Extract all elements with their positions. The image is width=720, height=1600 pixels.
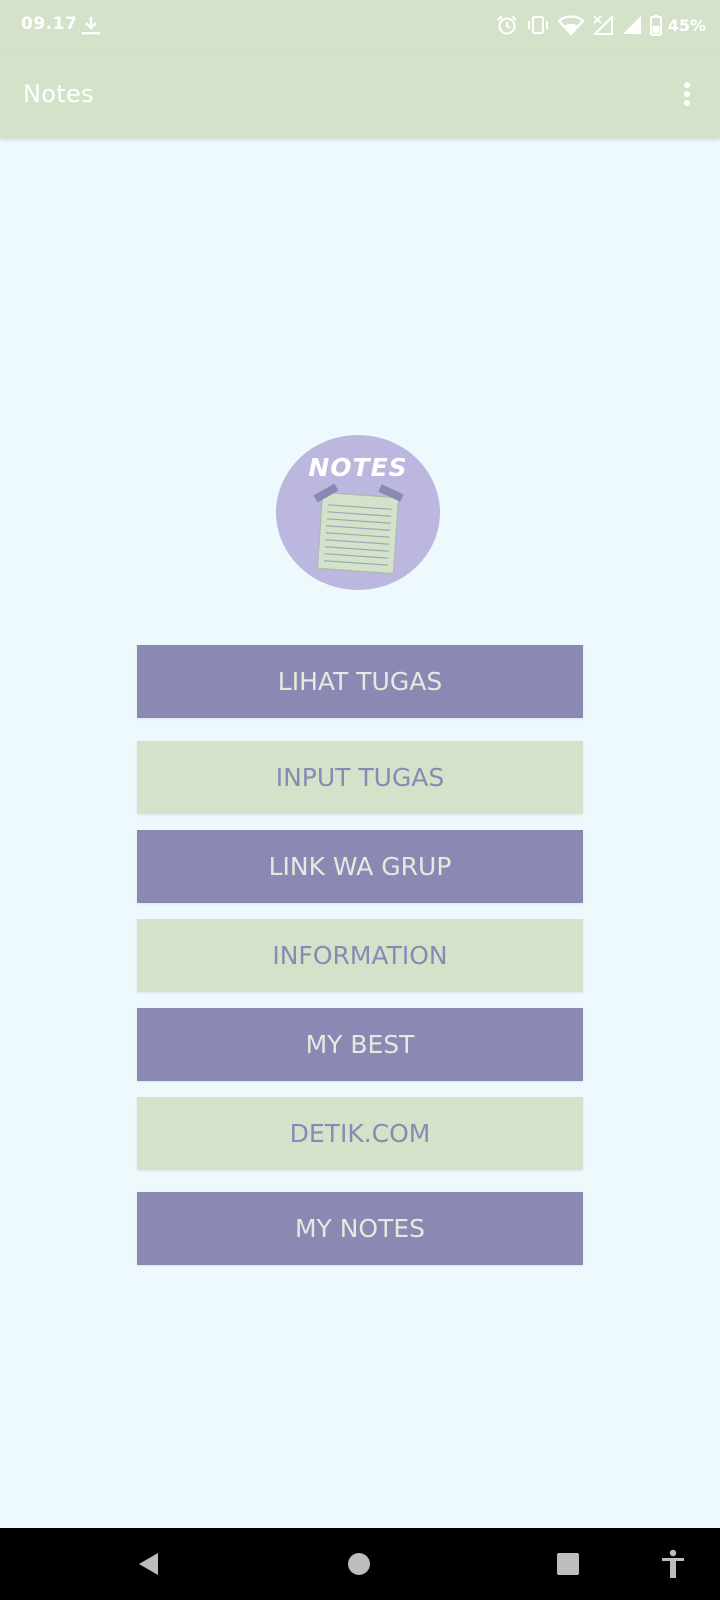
status-time: 09.17 — [21, 14, 78, 34]
detik-com-button[interactable]: DETIK.COM — [137, 1097, 583, 1170]
input-tugas-button[interactable]: INPUT TUGAS — [137, 741, 583, 814]
information-button[interactable]: INFORMATION — [137, 919, 583, 992]
recents-icon[interactable] — [532, 1528, 604, 1600]
app-bar: Notes — [0, 50, 720, 138]
download-icon — [82, 17, 100, 35]
link-wa-grup-button[interactable]: LINK WA GRUP — [137, 830, 583, 903]
back-icon[interactable] — [113, 1528, 185, 1600]
home-icon[interactable] — [323, 1528, 395, 1600]
battery-percentage: 45% — [667, 15, 706, 35]
more-vert-icon[interactable] — [680, 82, 694, 110]
battery-icon — [649, 15, 662, 36]
my-notes-button[interactable]: MY NOTES — [137, 1192, 583, 1265]
accessibility-icon[interactable] — [637, 1528, 709, 1600]
app-title: Notes — [23, 80, 94, 108]
lihat-tugas-button[interactable]: LIHAT TUGAS — [137, 645, 583, 718]
no-signal-icon — [592, 14, 613, 35]
navigation-bar — [0, 1528, 720, 1600]
signal-icon — [622, 16, 641, 34]
status-icons: 45% — [488, 13, 706, 37]
vibrate-icon — [527, 16, 548, 34]
wifi-icon — [557, 15, 584, 36]
my-best-button[interactable]: MY BEST — [137, 1008, 583, 1081]
status-bar: 09.17 45% — [0, 0, 720, 50]
logo-text: NOTES — [308, 453, 408, 482]
notes-logo: NOTES — [276, 435, 440, 590]
alarm-icon — [496, 15, 517, 35]
